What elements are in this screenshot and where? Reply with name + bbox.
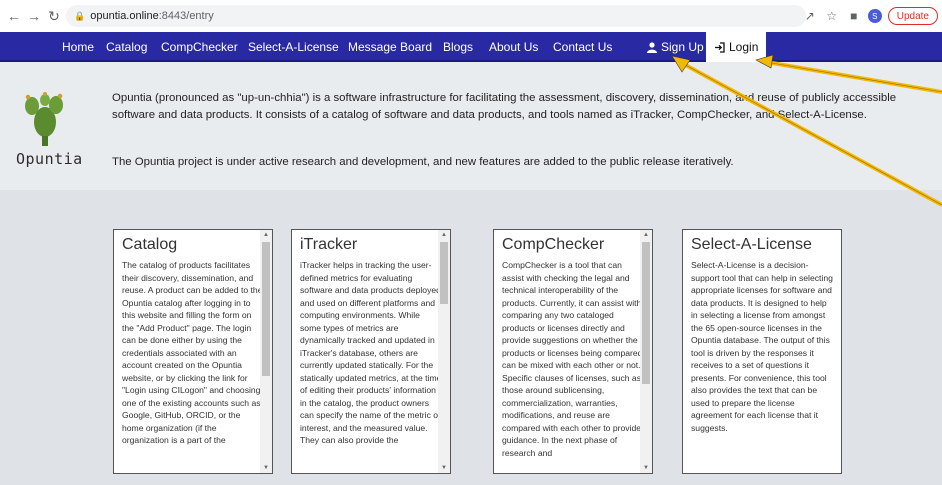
share-icon[interactable]: ↗	[802, 8, 818, 24]
card-catalog[interactable]: Catalog The catalog of products facilita…	[113, 229, 273, 474]
scroll-down-icon[interactable]: ▼	[438, 463, 450, 473]
nav-compchecker[interactable]: CompChecker	[161, 32, 238, 62]
scroll-up-icon[interactable]: ▲	[640, 230, 652, 240]
signup-label: Sign Up	[661, 40, 704, 54]
login-label: Login	[729, 40, 759, 54]
update-button[interactable]: Update	[887, 7, 938, 25]
reload-icon[interactable]: ↻	[44, 6, 64, 26]
address-bar[interactable]: 🔒 opuntia.online:8443/entry	[66, 5, 806, 27]
intro-paragraph-2: The Opuntia project is under active rese…	[112, 156, 734, 168]
scroll-thumb[interactable]	[440, 242, 448, 304]
scroll-thumb[interactable]	[642, 242, 650, 384]
nav-select-a-license[interactable]: Select-A-License	[248, 32, 339, 62]
url-path: :8443/entry	[158, 10, 214, 22]
opuntia-logo[interactable]: Opuntia	[16, 92, 86, 168]
nav-home[interactable]: Home	[62, 32, 94, 62]
card-body: The catalog of products facilitates thei…	[122, 260, 263, 445]
nav-blogs[interactable]: Blogs	[443, 32, 473, 62]
card-scrollbar[interactable]: ▲ ▼	[260, 230, 272, 473]
star-icon[interactable]: ☆	[824, 8, 840, 24]
card-body: Select-A-License is a decision-support t…	[691, 260, 833, 433]
scroll-up-icon[interactable]: ▲	[260, 230, 272, 240]
intro-paragraph-1: Opuntia (pronounced as "up-un-chhia") is…	[112, 92, 897, 121]
lock-icon: 🔒	[74, 10, 86, 21]
cactus-icon	[25, 92, 63, 146]
card-scrollbar[interactable]: ▲ ▼	[438, 230, 450, 473]
login-link[interactable]: Login	[706, 32, 767, 62]
card-title: CompChecker	[502, 236, 605, 253]
profile-avatar[interactable]: S	[867, 9, 882, 23]
card-title: iTracker	[300, 236, 358, 253]
user-icon	[647, 41, 657, 53]
scroll-down-icon[interactable]: ▼	[260, 463, 272, 473]
login-icon	[715, 41, 725, 53]
card-itracker[interactable]: iTracker iTracker helps in tracking the …	[291, 229, 451, 474]
browser-toolbar: ← → ↻ 🔒 opuntia.online:8443/entry ↗ ☆ ■ …	[0, 0, 942, 32]
sidebar-icon[interactable]: ■	[846, 8, 862, 24]
nav-message-board[interactable]: Message Board	[348, 32, 432, 62]
nav-about-us[interactable]: About Us	[489, 32, 538, 62]
forward-icon[interactable]: →	[24, 6, 44, 26]
card-title: Catalog	[122, 236, 178, 253]
card-scrollbar[interactable]: ▲ ▼	[640, 230, 652, 473]
card-select-a-license[interactable]: Select-A-License Select-A-License is a d…	[682, 229, 842, 474]
nav-catalog[interactable]: Catalog	[106, 32, 147, 62]
url-host: opuntia.online	[90, 10, 159, 22]
intro-section: Opuntia Opuntia (pronounced as "up-un-ch…	[0, 62, 942, 190]
back-icon[interactable]: ←	[4, 6, 24, 26]
scroll-down-icon[interactable]: ▼	[640, 463, 652, 473]
site-navbar: Home Catalog CompChecker Select-A-Licens…	[0, 32, 942, 62]
logo-text: Opuntia	[16, 150, 83, 168]
scroll-up-icon[interactable]: ▲	[438, 230, 450, 240]
card-title: Select-A-License	[691, 236, 812, 253]
scroll-thumb[interactable]	[262, 242, 270, 376]
card-compchecker[interactable]: CompChecker CompChecker is a tool that c…	[493, 229, 653, 474]
card-body: iTracker helps in tracking the user-defi…	[300, 260, 442, 445]
card-body: CompChecker is a tool that can assist wi…	[502, 260, 643, 458]
signup-link[interactable]: Sign Up	[647, 32, 704, 62]
nav-contact-us[interactable]: Contact Us	[553, 32, 612, 62]
